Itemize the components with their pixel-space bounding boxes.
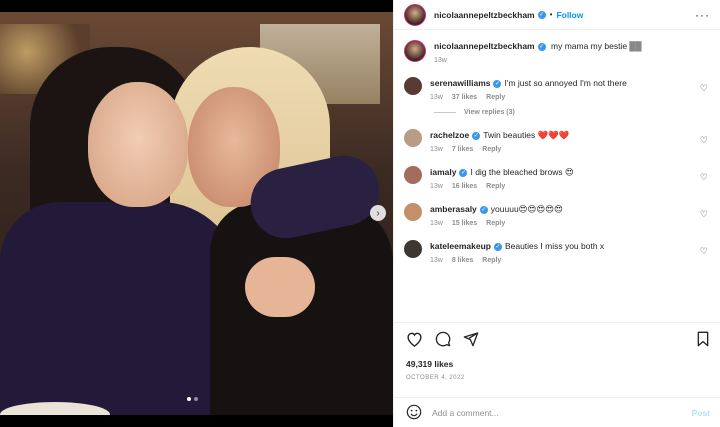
carousel-dot-active [187, 397, 191, 401]
reply-button[interactable]: Reply [486, 94, 505, 101]
comment-username[interactable]: serenawilliams [430, 78, 490, 88]
comment-time[interactable]: 13w [430, 94, 443, 101]
follow-button[interactable]: Follow [556, 10, 583, 20]
caption-username[interactable]: nicolaannepeltzbeckham [434, 41, 535, 51]
heart-icon[interactable]: ♡ [700, 209, 708, 220]
action-icons [406, 331, 710, 349]
post-header: nicolaannepeltzbeckham ✓ • Follow ··· [394, 0, 720, 30]
comment-likes[interactable]: 15 likes [452, 220, 477, 227]
view-replies-label: View replies (3) [464, 109, 515, 116]
reply-button[interactable]: Reply [486, 183, 505, 190]
commenter-avatar[interactable] [404, 166, 422, 184]
heart-icon[interactable]: ♡ [700, 246, 708, 257]
commenter-avatar[interactable] [404, 240, 422, 258]
commenter-avatar[interactable] [404, 203, 422, 221]
verified-badge-icon: ✓ [493, 79, 502, 88]
more-options-icon[interactable]: ··· [695, 8, 710, 22]
heart-icon[interactable]: ♡ [700, 135, 708, 146]
like-heart-icon[interactable] [406, 331, 423, 349]
instagram-post-window: › nicolaannepeltzbeckham ✓ • Follow ··· … [0, 0, 720, 427]
post-side-panel: nicolaannepeltzbeckham ✓ • Follow ··· ni… [393, 0, 720, 427]
comment: serenawilliams ✓ I'm just so annoyed I'm n… [404, 77, 710, 101]
verified-badge-icon: ✓ [472, 131, 481, 140]
reply-button[interactable]: Reply [486, 220, 505, 227]
carousel-dots [187, 397, 198, 401]
emoji-icon[interactable] [406, 404, 422, 422]
comment-time[interactable]: 13w [430, 257, 443, 264]
commenter-avatar[interactable] [404, 129, 422, 147]
comment-username[interactable]: amberasaly [430, 204, 477, 214]
person-left-body [0, 202, 240, 415]
post-comment-button[interactable]: Post [692, 408, 710, 418]
reply-button[interactable]: Reply [482, 146, 501, 153]
comment-text: I'm just so annoyed I'm not there [504, 78, 627, 88]
comment-time[interactable]: 13w [430, 146, 443, 153]
comment-text: Twin beauties ❤️❤️❤️ [483, 130, 570, 140]
comment-likes[interactable]: 16 likes [452, 183, 477, 190]
carousel-dot [194, 397, 198, 401]
comment: rachelzoe ✓ Twin beauties ❤️❤️❤️ 13w 7 like… [404, 129, 710, 153]
caption: nicolaannepeltzbeckham ✓ my mama my besti… [404, 40, 710, 64]
view-replies-button[interactable]: View replies (3) [434, 109, 710, 116]
comment: amberasaly ✓ youuuu😍😍😍😍😍 13w 15 likes Reply … [404, 203, 710, 227]
author-avatar[interactable] [404, 3, 426, 26]
add-comment-bar: Add a comment... Post [394, 397, 720, 427]
comment-text: I dig the bleached brows 😍 [470, 167, 574, 177]
comment-likes[interactable]: 8 likes [452, 257, 473, 264]
commenter-avatar[interactable] [404, 77, 422, 95]
share-send-icon[interactable] [463, 331, 479, 349]
comment-time[interactable]: 13w [430, 220, 443, 227]
author-avatar[interactable] [404, 40, 426, 62]
post-date[interactable]: OCTOBER 4, 2022 [406, 375, 710, 381]
person-right-hand [245, 257, 315, 317]
verified-badge-icon: ✓ [537, 10, 546, 19]
comment-username[interactable]: iamaly [430, 167, 456, 177]
reply-button[interactable]: Reply [482, 257, 501, 264]
comment-text: Beauties I miss you both x [504, 241, 605, 251]
photo-scene [0, 12, 393, 415]
comment-likes[interactable]: 37 likes [452, 94, 477, 101]
likes-count[interactable]: 49,319 likes [406, 359, 710, 369]
person-left-face [88, 82, 188, 207]
comment-bubble-icon[interactable] [435, 331, 451, 349]
post-actions: 49,319 likes OCTOBER 4, 2022 [394, 322, 720, 381]
comment-likes[interactable]: 7 likes [452, 146, 473, 153]
bookmark-icon[interactable] [696, 331, 710, 349]
chevron-right-icon: › [376, 207, 380, 219]
author-username[interactable]: nicolaannepeltzbeckham [434, 10, 535, 20]
comment-username[interactable]: rachelzoe [430, 130, 469, 140]
comments-list[interactable]: nicolaannepeltzbeckham ✓ my mama my besti… [394, 30, 720, 322]
comment-username[interactable]: kateleemakeup [430, 241, 491, 251]
separator-dot: • [549, 10, 553, 19]
comment-time[interactable]: 13w [430, 183, 443, 190]
caption-emoji: ██ [629, 41, 642, 51]
comment: iamaly ✓ I dig the bleached brows 😍 13w 16 … [404, 166, 710, 190]
add-comment-input[interactable]: Add a comment... [432, 408, 499, 418]
verified-badge-icon: ✓ [459, 168, 468, 177]
verified-badge-icon: ✓ [537, 42, 546, 51]
caption-time[interactable]: 13w [434, 57, 447, 64]
caption-text: my mama my bestie [551, 41, 628, 51]
post-photo[interactable]: › [0, 0, 393, 427]
comment: kateleemakeup ✓ Beauties I miss you both x… [404, 240, 710, 264]
verified-badge-icon: ✓ [493, 242, 502, 251]
next-photo-button[interactable]: › [370, 205, 386, 221]
heart-icon[interactable]: ♡ [700, 83, 708, 94]
replies-divider [434, 112, 456, 113]
comment-text: youuuu😍😍😍😍😍 [490, 204, 563, 214]
verified-badge-icon: ✓ [479, 205, 488, 214]
heart-icon[interactable]: ♡ [700, 172, 708, 183]
